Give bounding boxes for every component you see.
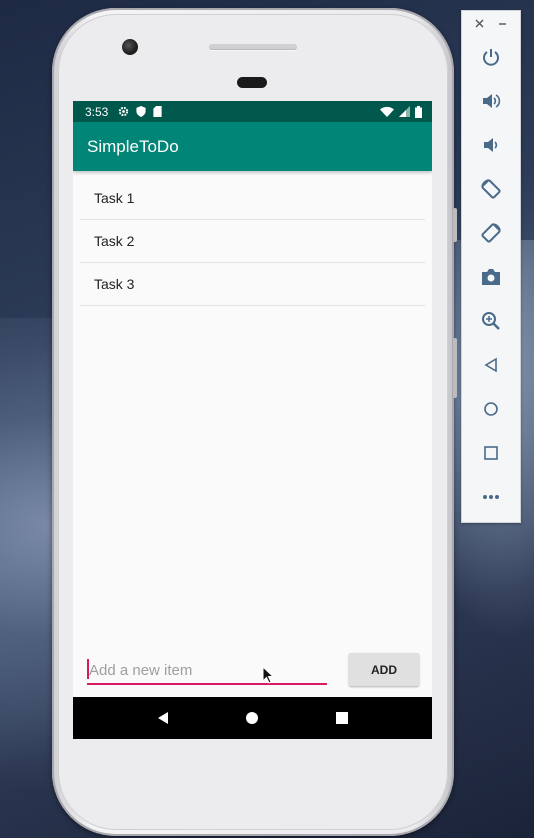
- add-button[interactable]: ADD: [349, 653, 419, 686]
- list-item[interactable]: Task 2: [80, 220, 425, 263]
- new-item-input[interactable]: [87, 657, 327, 685]
- overview-button[interactable]: [462, 433, 520, 473]
- rotate-left-button[interactable]: [462, 169, 520, 209]
- zoom-button[interactable]: [462, 301, 520, 341]
- home-button[interactable]: [462, 389, 520, 429]
- minimize-icon[interactable]: [498, 19, 507, 28]
- back-button[interactable]: [462, 345, 520, 385]
- zoom-icon: [482, 312, 500, 330]
- power-icon: [483, 49, 499, 66]
- sdcard-icon: [153, 106, 162, 117]
- side-button[interactable]: [453, 208, 457, 242]
- list-item[interactable]: Task 1: [80, 177, 425, 220]
- add-item-row: ADD: [73, 649, 432, 693]
- text-caret: [87, 659, 89, 679]
- more-icon: [483, 495, 499, 499]
- close-icon[interactable]: [475, 19, 484, 28]
- battery-icon: [415, 105, 422, 118]
- list-item[interactable]: Task 3: [80, 263, 425, 306]
- home-icon: [484, 402, 498, 416]
- app-bar: SimpleToDo: [73, 122, 432, 171]
- shield-icon: [136, 106, 146, 117]
- app-title: SimpleToDo: [87, 136, 179, 156]
- speaker-grille: [209, 44, 297, 50]
- side-button-volume[interactable]: [453, 338, 457, 398]
- screenshot-button[interactable]: [462, 257, 520, 297]
- rotate-right-button[interactable]: [462, 213, 520, 253]
- front-camera: [122, 39, 138, 55]
- rotate-right-icon: [481, 223, 501, 243]
- navigation-bar: [73, 697, 432, 739]
- volume-up-icon: [483, 94, 501, 108]
- power-button[interactable]: [462, 37, 520, 77]
- earpiece: [237, 77, 267, 88]
- volume-up-button[interactable]: [462, 81, 520, 121]
- home-nav-icon[interactable]: [245, 711, 259, 725]
- volume-down-button[interactable]: [462, 125, 520, 165]
- volume-down-icon: [484, 138, 498, 152]
- back-icon: [484, 357, 497, 373]
- status-time: 3:53: [85, 104, 109, 119]
- task-list: Task 1 Task 2 Task 3: [80, 177, 425, 306]
- emulator-toolbar: [461, 10, 521, 523]
- task-label: Task 3: [94, 276, 135, 292]
- wifi-icon: [380, 106, 394, 117]
- status-bar: 3:53: [73, 101, 432, 122]
- gear-icon: [119, 106, 129, 117]
- overview-icon: [484, 446, 498, 460]
- task-label: Task 1: [94, 190, 135, 206]
- back-nav-icon[interactable]: [156, 711, 170, 725]
- rotate-left-icon: [481, 179, 501, 199]
- recents-nav-icon[interactable]: [335, 711, 349, 725]
- toolbar-window-controls: [462, 11, 520, 35]
- task-label: Task 2: [94, 233, 135, 249]
- mouse-pointer-icon: [262, 666, 274, 684]
- device-screen: 3:53 SimpleToDo Task 1 Task 2 Task 3 ADD: [73, 101, 432, 739]
- more-button[interactable]: [462, 477, 520, 517]
- camera-icon: [482, 269, 500, 285]
- signal-icon: [399, 106, 410, 117]
